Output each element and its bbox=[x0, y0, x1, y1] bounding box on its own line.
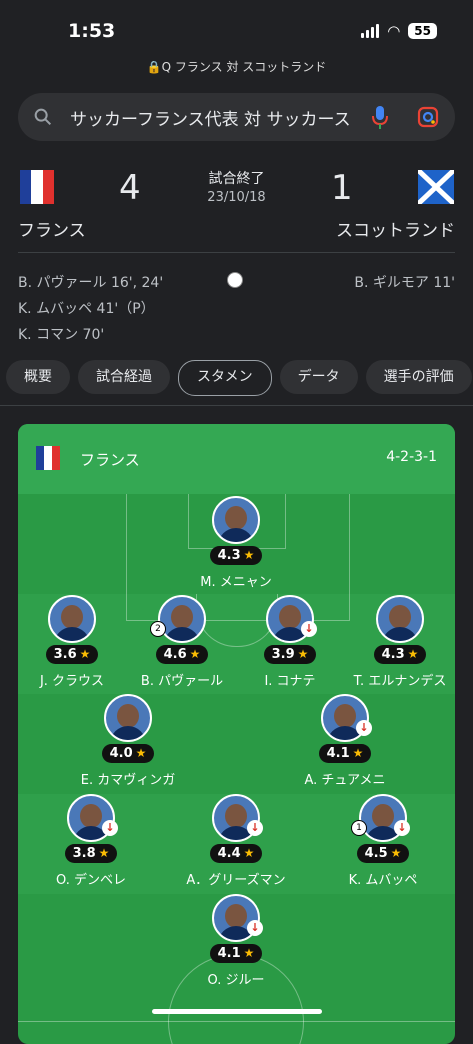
player-photo bbox=[212, 496, 260, 544]
goal-count-icon: 1 bbox=[351, 820, 367, 836]
player-name: A. チュアメニ bbox=[304, 773, 386, 788]
player[interactable]: ↓ 4.1 ★ O. ジルー bbox=[176, 894, 296, 988]
player-name: B. パヴァール bbox=[140, 674, 224, 689]
star-icon: ★ bbox=[79, 647, 91, 661]
substitution-icon: ↓ bbox=[356, 720, 372, 736]
star-icon: ★ bbox=[98, 846, 110, 860]
tab-timeline[interactable]: 試合経過 bbox=[78, 360, 170, 394]
player-rating: 3.9 ★ bbox=[263, 645, 317, 664]
star-icon: ★ bbox=[390, 846, 402, 860]
star-icon: ★ bbox=[352, 746, 364, 760]
player-rating: 3.6 ★ bbox=[45, 645, 99, 664]
player-rating: 4.4 ★ bbox=[209, 844, 263, 863]
lineup-pitch: フランス 4-2-3-1 4.3 ★ M. メニャン 3.6 ★ J. クラウス 2… bbox=[18, 424, 455, 1044]
player[interactable]: ↓ 3.9 ★ I. コナテ bbox=[230, 595, 350, 689]
player-rating: 4.1 ★ bbox=[209, 944, 263, 963]
player-name: K. ムバッペ bbox=[348, 873, 418, 888]
goal-count-icon: 2 bbox=[150, 621, 166, 637]
player-rating: 4.3 ★ bbox=[209, 546, 263, 565]
player-name: I. コナテ bbox=[264, 674, 316, 689]
lineup-team-name: フランス bbox=[80, 451, 140, 469]
player-name: E. カマヴィンガ bbox=[80, 773, 176, 788]
tab-bar: 概要 試合経過 スタメン データ 選手の評価 bbox=[6, 360, 472, 396]
url-label[interactable]: 🔒Q フランス 対 スコットランド bbox=[0, 58, 473, 75]
formation: 4-2-3-1 bbox=[386, 449, 437, 465]
player-rating: 3.8 ★ bbox=[64, 844, 118, 863]
scotland-flag-icon bbox=[418, 170, 454, 204]
tab-lineups[interactable]: スタメン bbox=[178, 360, 272, 396]
player-rating: 4.6 ★ bbox=[155, 645, 209, 664]
player-name: O. ジルー bbox=[207, 973, 265, 988]
star-icon: ★ bbox=[189, 647, 201, 661]
player[interactable]: 2 4.6 ★ B. パヴァール bbox=[122, 595, 242, 689]
substitution-icon: ↓ bbox=[301, 621, 317, 637]
player[interactable]: ↓ 3.8 ★ O. デンベレ bbox=[31, 794, 151, 888]
lineup-header: フランス 4-2-3-1 bbox=[18, 424, 455, 494]
star-icon: ★ bbox=[407, 647, 419, 661]
home-indicator[interactable] bbox=[152, 1009, 322, 1014]
scorer-line: B. パヴァール 16', 24' bbox=[18, 275, 164, 291]
star-icon: ★ bbox=[243, 946, 255, 960]
wifi-icon: ◠ bbox=[387, 22, 401, 40]
search-icon[interactable] bbox=[32, 106, 54, 128]
substitution-icon: ↓ bbox=[102, 820, 118, 836]
player-rating: 4.1 ★ bbox=[318, 744, 372, 763]
search-input[interactable]: サッカーフランス代表 対 サッカース bbox=[70, 105, 360, 130]
player-name: A．グリーズマン bbox=[186, 873, 286, 888]
signal-icon bbox=[361, 24, 380, 38]
star-icon: ★ bbox=[243, 846, 255, 860]
away-score: 1 bbox=[331, 168, 353, 208]
scoreboard: 4 試合終了 23/10/18 1 フランス スコットランド bbox=[0, 160, 473, 250]
tab-player-ratings[interactable]: 選手の評価 bbox=[365, 360, 472, 394]
player-name: J. クラウス bbox=[39, 674, 105, 689]
home-team-name[interactable]: フランス bbox=[18, 216, 86, 241]
player-photo bbox=[158, 595, 206, 643]
player[interactable]: ↓ 4.4 ★ A．グリーズマン bbox=[176, 794, 296, 888]
status-icons: ◠ 55 bbox=[361, 22, 437, 40]
player[interactable]: 4.3 ★ M. メニャン bbox=[176, 496, 296, 590]
away-scorers: B. ギルモア 11' bbox=[354, 270, 455, 296]
player-rating: 4.0 ★ bbox=[101, 744, 155, 763]
player[interactable]: 4.3 ★ T. エルナンデス bbox=[340, 595, 455, 689]
substitution-icon: ↓ bbox=[247, 820, 263, 836]
substitution-icon: ↓ bbox=[394, 820, 410, 836]
battery-icon: 55 bbox=[408, 23, 437, 39]
player-photo bbox=[48, 595, 96, 643]
player[interactable]: ↓ 4.1 ★ A. チュアメニ bbox=[285, 694, 405, 788]
player[interactable]: 1 ↓ 4.5 ★ K. ムバッペ bbox=[323, 794, 443, 888]
player-name: M. メニャン bbox=[200, 575, 272, 590]
star-icon: ★ bbox=[297, 647, 309, 661]
player-rating: 4.5 ★ bbox=[356, 844, 410, 863]
player-rating: 4.3 ★ bbox=[373, 645, 427, 664]
match-date: 23/10/18 bbox=[207, 190, 266, 205]
away-team-name[interactable]: スコットランド bbox=[336, 216, 455, 241]
half-line bbox=[18, 1021, 455, 1022]
mic-icon[interactable] bbox=[370, 104, 390, 130]
match-status: 試合終了 bbox=[208, 171, 265, 187]
france-flag-icon bbox=[36, 446, 60, 470]
player-name: O. デンベレ bbox=[56, 873, 126, 888]
scorer-line: B. ギルモア 11' bbox=[354, 275, 455, 291]
lens-icon[interactable] bbox=[416, 105, 440, 129]
substitution-icon: ↓ bbox=[247, 920, 263, 936]
player-name: T. エルナンデス bbox=[353, 674, 447, 689]
scorer-line: K. ムバッペ 41'（P） bbox=[18, 301, 155, 317]
divider bbox=[18, 252, 455, 253]
player-photo bbox=[104, 694, 152, 742]
goal-ball-icon bbox=[227, 272, 243, 288]
player-photo bbox=[376, 595, 424, 643]
star-icon: ★ bbox=[135, 746, 147, 760]
clock: 1:53 bbox=[68, 20, 116, 42]
status-bar: 1:53 ◠ 55 bbox=[0, 0, 473, 60]
player[interactable]: 4.0 ★ E. カマヴィンガ bbox=[68, 694, 188, 788]
divider bbox=[0, 405, 473, 406]
search-bar[interactable]: サッカーフランス代表 対 サッカース bbox=[18, 93, 455, 141]
tab-stats[interactable]: データ bbox=[279, 360, 358, 394]
tab-overview[interactable]: 概要 bbox=[6, 360, 70, 394]
star-icon: ★ bbox=[243, 548, 255, 562]
scorer-line: K. コマン 70' bbox=[18, 327, 105, 343]
home-scorers: B. パヴァール 16', 24' K. ムバッペ 41'（P） K. コマン … bbox=[18, 270, 163, 348]
player[interactable]: 3.6 ★ J. クラウス bbox=[18, 595, 132, 689]
